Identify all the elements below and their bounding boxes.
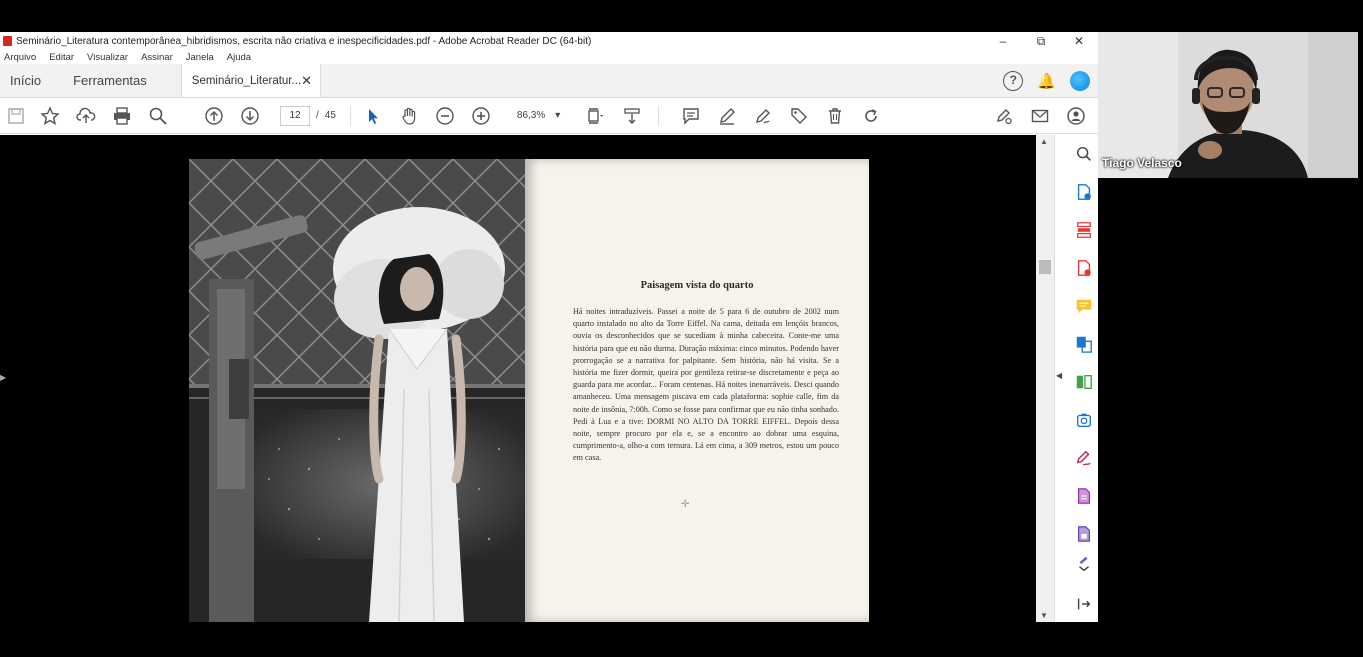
menu-editar[interactable]: Editar [49,52,74,63]
delete-trash-icon[interactable] [817,102,853,130]
fill-sign-icon[interactable] [745,102,781,130]
close-tab-icon[interactable]: ✕ [301,73,312,89]
left-pane-toggle-icon[interactable]: ▶ [0,373,6,382]
title-bar: Seminário_Literatura contemporânea_hibri… [0,32,1098,50]
stamp-icon[interactable] [781,102,817,130]
page-separator: / [316,110,319,121]
page-total: 45 [324,110,336,121]
scroll-up-arrow-icon[interactable]: ▲ [1040,137,1048,146]
zoom-select[interactable]: 86,3% ▾ [517,110,560,121]
page-navigator: / 45 [280,105,336,126]
header-actions: ? 🔔 [1003,64,1098,97]
select-cursor-icon[interactable] [355,102,391,130]
tab-tools[interactable]: Ferramentas [51,64,157,97]
account-avatar[interactable] [1070,70,1090,91]
previous-page-icon[interactable] [196,102,232,130]
crosshair-cursor-icon: ✛ [681,499,690,510]
compress-pdf-icon[interactable] [1075,373,1093,391]
highlight-pen-icon[interactable] [709,102,745,130]
menu-ajuda[interactable]: Ajuda [227,52,251,63]
rotate-icon[interactable] [853,102,889,130]
scroll-mode-icon[interactable] [614,102,650,130]
help-icon[interactable]: ? [1003,70,1024,91]
vertical-scrollbar[interactable]: ▲ ▼ [1036,135,1054,622]
fill-and-sign-icon[interactable] [1075,449,1093,467]
tab-home[interactable]: Início [0,64,51,97]
zoom-out-icon[interactable] [427,102,463,130]
share-user-icon[interactable] [1058,102,1094,130]
tab-document-label: Seminário_Literatur... [191,74,302,87]
search-zoom-icon[interactable] [140,102,176,130]
fit-page-icon[interactable] [578,102,614,130]
next-page-icon[interactable] [232,102,268,130]
scrollbar-thumb[interactable] [1039,260,1051,274]
webcam-overlay: Tiago Velasco [1098,32,1358,178]
eiffel-bed-photo [189,159,525,622]
minimize-button[interactable]: – [984,32,1022,50]
organize-pages-icon[interactable] [1075,221,1093,239]
menu-janela[interactable]: Janela [186,52,214,63]
collapse-pane-icon[interactable]: ◀ [1056,371,1062,380]
menu-assinar[interactable]: Assinar [141,52,173,63]
comment-tool-icon[interactable] [1075,297,1093,315]
scan-ocr-icon[interactable] [1075,411,1093,429]
edit-pdf-icon[interactable] [1075,487,1093,505]
expand-pane-icon[interactable] [1075,595,1093,613]
menu-bar: Arquivo Editar Visualizar Assinar Janela… [0,50,1098,64]
chapter-title: Paisagem vista do quarto [640,280,754,291]
menu-visualizar[interactable]: Visualizar [87,52,128,63]
close-window-button[interactable]: ✕ [1060,32,1098,50]
notifications-bell-icon[interactable]: 🔔 [1037,72,1056,90]
hand-tool-icon[interactable] [391,102,427,130]
comment-icon[interactable] [673,102,709,130]
combine-files-icon[interactable] [1075,335,1093,353]
zoom-value: 86,3% [516,110,546,121]
window-controls: – ⧉ ✕ [984,32,1098,50]
sign-link-icon[interactable] [986,102,1022,130]
window-title: Seminário_Literatura contemporânea_hibri… [16,35,592,47]
tab-document[interactable]: Seminário_Literatur... ✕ [180,64,321,97]
menu-arquivo[interactable]: Arquivo [4,52,36,63]
email-icon[interactable] [1022,102,1058,130]
toolbar-divider [349,105,351,126]
print-icon[interactable] [104,102,140,130]
main-toolbar: / 45 86,3% ▾ [0,98,1098,134]
page-number-input[interactable] [280,105,310,126]
text-page: Paisagem vista do quarto Há noites intra… [525,159,869,622]
tools-pane: ◀ [1054,135,1098,622]
cloud-upload-icon[interactable] [68,102,104,130]
acrobat-app-icon [3,36,12,46]
export-pdf-icon[interactable] [1075,183,1093,201]
chapter-body: Há noites intraduzíveis. Passei a noite … [573,307,839,463]
tab-bar: Início Ferramentas Seminário_Literatur..… [0,64,1098,98]
bookmark-star-icon[interactable] [32,102,68,130]
search-icon[interactable] [1075,145,1093,163]
save-icon[interactable] [0,102,32,130]
participant-name: Tiago Velasco [1102,156,1182,170]
toolbar-divider [658,105,660,126]
scroll-down-arrow-icon[interactable]: ▼ [1040,611,1048,620]
chevron-down-icon: ▾ [555,110,561,121]
photo-page [189,159,525,622]
create-pdf-icon[interactable] [1075,259,1093,277]
protect-pdf-icon[interactable] [1075,525,1093,543]
zoom-in-icon[interactable] [463,102,499,130]
more-tools-icon[interactable] [1075,555,1093,573]
restore-button[interactable]: ⧉ [1022,32,1060,50]
toolbar-right-group [986,102,1098,130]
